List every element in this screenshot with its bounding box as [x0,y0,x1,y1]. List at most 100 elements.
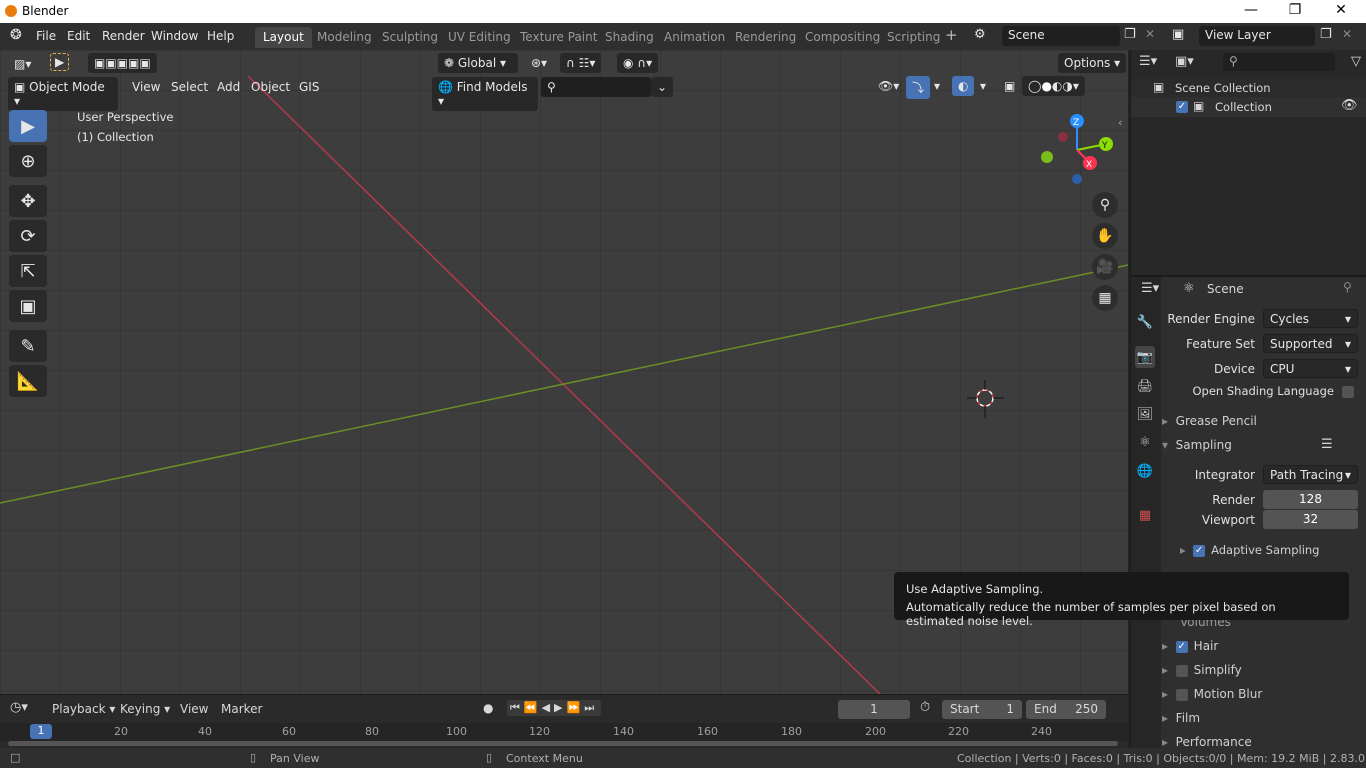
tab-shading[interactable]: Shading [597,27,662,48]
film-panel-header[interactable]: ▸ Film [1162,711,1200,725]
outliner-row-collection[interactable]: ✓ ▣ Collection 👁 [1131,97,1366,117]
motion-blur-panel-header[interactable]: ▸ Motion Blur [1162,687,1262,701]
current-frame-field[interactable]: 1 [838,700,910,719]
playback-controls[interactable]: ⏮⏪◀▶⏩⏭ [507,700,602,716]
timeline-scrollbar[interactable] [8,741,1118,746]
tool-tab-icon[interactable]: 🔧 [1135,311,1155,333]
sidebar-toggle-icon[interactable]: ‹ [1118,116,1122,129]
add-workspace-icon[interactable]: + [945,26,958,44]
measure-tool-icon[interactable]: 📐 [9,365,47,397]
snap-icon[interactable]: ∩ ☷▾ [560,53,602,73]
gizmo-toggle-icon[interactable]: ⤵ [906,76,931,99]
select-mode-icon[interactable]: ▶ [50,53,70,71]
new-scene-icon[interactable]: ❐ [1124,27,1136,42]
playhead[interactable]: 1 [30,724,52,739]
tab-scripting[interactable]: Scripting [879,27,948,48]
selection-modes-icon[interactable]: ▣▣▣▣▣ [88,53,157,73]
tab-sculpting[interactable]: Sculpting [374,27,446,48]
adaptive-sampling-checkbox[interactable]: ✓ [1193,544,1206,557]
pin-icon[interactable]: ⚲ [1343,280,1352,294]
outliner-editor-type-icon[interactable]: ☰▾ [1139,54,1157,69]
filter-icon[interactable]: ▽ [1351,54,1361,69]
start-frame-field[interactable]: Start 1 [942,700,1022,719]
scene-browse-icon[interactable]: ⚙ [974,27,986,42]
performance-panel-header[interactable]: ▸ Performance [1162,735,1252,749]
find-models-search-input[interactable]: ⚲ [541,77,651,97]
stopwatch-icon[interactable]: ⏱ [920,700,930,715]
timeline-view-menu[interactable]: View [180,702,208,716]
menu-render[interactable]: Render [102,29,145,43]
object-mode-dropdown[interactable]: ▣ Object Mode ▾ [8,77,118,111]
properties-editor-type-icon[interactable]: ☰▾ [1141,281,1159,296]
scene-name-field[interactable]: Scene [1002,26,1120,46]
outliner-search-input[interactable]: ⚲ [1223,53,1335,71]
shading-modes-icon[interactable]: ◯●◐◑▾ [1022,76,1085,96]
pivot-point-icon[interactable]: ⊛▾ [525,53,553,73]
overlays-dropdown-icon[interactable]: ▾ [974,76,992,96]
hair-panel-header[interactable]: ▸ ✓ Hair [1162,639,1218,653]
move-tool-icon[interactable]: ✥ [9,185,47,217]
rotate-tool-icon[interactable]: ⟳ [9,220,47,252]
editor-type-icon[interactable]: ▨▾ [8,54,37,74]
record-icon[interactable]: ● [483,701,493,715]
integrator-dropdown[interactable]: Path Tracing ▾ [1263,465,1358,484]
render-tab-icon[interactable]: 📷 [1135,346,1155,368]
view-layer-browse-icon[interactable]: ▣ [1172,27,1184,42]
tab-layout[interactable]: Layout [255,27,312,48]
blender-menu-icon[interactable]: ❂ [10,27,22,43]
viewport-samples-field[interactable]: 32 [1263,510,1358,529]
collection-checkbox[interactable]: ✓ [1176,101,1188,113]
motion-blur-checkbox[interactable] [1175,688,1188,701]
zoom-icon[interactable]: ⚲ [1092,192,1118,218]
view-menu[interactable]: View [126,77,166,97]
grease-pencil-panel-header[interactable]: ▸ Grease Pencil [1162,414,1257,428]
proportional-edit-icon[interactable]: ◉ ∩▾ [617,53,659,73]
texture-tab-icon[interactable]: ▦ [1135,504,1155,526]
scene-tab-icon[interactable]: ⚛ [1135,431,1155,453]
menu-file[interactable]: File [36,29,56,43]
world-tab-icon[interactable]: 🌐 [1135,460,1155,482]
delete-view-layer-icon[interactable]: ✕ [1342,27,1352,41]
overlays-toggle-icon[interactable]: ◐ [952,76,975,96]
tab-uv-editing[interactable]: UV Editing [440,27,519,48]
tab-modeling[interactable]: Modeling [309,27,380,48]
render-engine-dropdown[interactable]: Cycles ▾ [1263,309,1358,328]
outliner-row-scene-collection[interactable]: ▣ Scene Collection [1131,78,1366,98]
find-models-button[interactable]: 🌐 Find Models ▾ [432,77,538,111]
menu-help[interactable]: Help [207,29,234,43]
options-dropdown[interactable]: Options ▾ [1058,53,1127,73]
add-menu[interactable]: Add [211,77,246,97]
presets-list-icon[interactable]: ☰ [1321,437,1333,452]
tab-texture-paint[interactable]: Texture Paint [512,27,605,48]
tab-rendering[interactable]: Rendering [727,27,804,48]
osl-checkbox[interactable] [1342,386,1354,398]
cursor-tool-icon[interactable]: ⊕ [9,145,47,177]
device-dropdown[interactable]: CPU ▾ [1263,359,1358,378]
adaptive-sampling-panel-header[interactable]: ▸ ✓ Adaptive Sampling [1180,543,1319,557]
gis-menu[interactable]: GIS [293,77,325,97]
simplify-checkbox[interactable] [1175,664,1188,677]
tab-compositing[interactable]: Compositing [797,27,888,48]
new-view-layer-icon[interactable]: ❐ [1320,27,1332,42]
hair-checkbox[interactable]: ✓ [1175,640,1188,653]
xray-toggle-icon[interactable]: ▣ [998,76,1021,96]
select-box-tool-icon[interactable]: ▶ [9,110,47,142]
output-tab-icon[interactable]: 🖨 [1135,375,1155,397]
maximize-icon[interactable]: ❐ [1272,2,1318,18]
transform-orientation-dropdown[interactable]: ❁ Global ▾ [438,53,518,73]
select-menu[interactable]: Select [165,77,214,97]
display-mode-icon[interactable]: ▣▾ [1175,54,1194,69]
keying-menu[interactable]: Keying ▾ [120,702,170,716]
close-icon[interactable]: ✕ [1318,2,1364,18]
gizmo-dropdown-icon[interactable]: ▾ [928,76,946,96]
playback-menu[interactable]: Playback ▾ [52,702,115,716]
find-models-go-icon[interactable]: ⌄ [651,77,674,97]
menu-edit[interactable]: Edit [67,29,90,43]
delete-scene-icon[interactable]: ✕ [1145,27,1155,41]
perspective-grid-icon[interactable]: ▦ [1092,285,1118,311]
pan-hand-icon[interactable]: ✋ [1092,223,1118,249]
tab-animation[interactable]: Animation [656,27,733,48]
camera-icon[interactable]: 🎥 [1092,254,1118,280]
end-frame-field[interactable]: End 250 [1026,700,1106,719]
transform-tool-icon[interactable]: ▣ [9,290,47,322]
